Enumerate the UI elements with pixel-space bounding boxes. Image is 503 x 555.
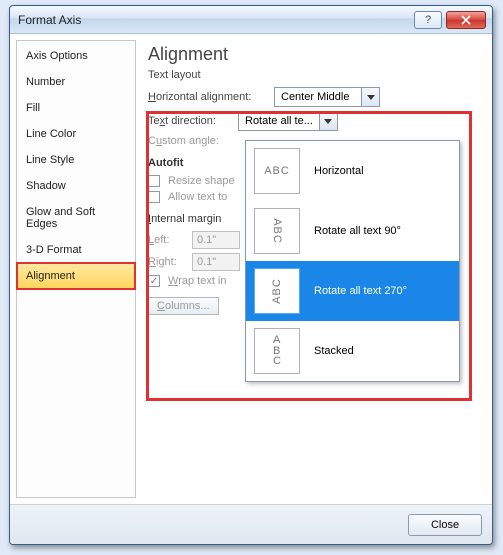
custom-angle-label: Custom angle:: [148, 135, 219, 147]
wrap-text-label: Wrap text in: [168, 275, 227, 287]
horizontal-alignment-row: Horizontal alignment: Center Middle: [148, 87, 480, 107]
sidebar-item-line-color[interactable]: Line Color: [17, 121, 135, 147]
text-layout-label: Text layout: [148, 69, 480, 81]
horizontal-icon: ABC: [254, 148, 300, 194]
panel-heading: Alignment: [148, 44, 480, 65]
dropdown-label: Horizontal: [314, 165, 451, 177]
rotate-90-icon: ABC: [254, 208, 300, 254]
chevron-down-icon[interactable]: [319, 112, 337, 130]
sidebar-item-alignment[interactable]: Alignment: [17, 263, 135, 289]
dropdown-item-horizontal[interactable]: ABC Horizontal: [246, 141, 459, 201]
left-label: Left:: [148, 234, 188, 246]
text-direction-value: Rotate all te...: [239, 115, 319, 127]
title-bar: Format Axis ?: [10, 6, 492, 34]
stacked-icon: ABC: [254, 328, 300, 374]
svg-text:?: ?: [425, 15, 431, 25]
checkbox-icon: [148, 175, 160, 187]
text-direction-combo[interactable]: Rotate all te...: [238, 111, 338, 131]
dropdown-item-rotate-270[interactable]: ABC Rotate all text 270°: [246, 261, 459, 321]
sidebar-item-fill[interactable]: Fill: [17, 95, 135, 121]
window-title: Format Axis: [18, 13, 414, 27]
checkbox-icon: [148, 191, 160, 203]
left-margin-input: 0.1": [192, 231, 240, 249]
dropdown-label: Rotate all text 90°: [314, 225, 451, 237]
category-sidebar: Axis Options Number Fill Line Color Line…: [16, 40, 136, 498]
resize-shape-label: Resize shape: [168, 175, 235, 187]
sidebar-item-axis-options[interactable]: Axis Options: [17, 43, 135, 69]
dropdown-item-stacked[interactable]: ABC Stacked: [246, 321, 459, 381]
text-direction-dropdown: ABC Horizontal ABC Rotate all text 90° A…: [245, 140, 460, 382]
allow-text-label: Allow text to: [168, 191, 227, 203]
dropdown-label: Stacked: [314, 345, 451, 357]
horizontal-alignment-value: Center Middle: [275, 91, 361, 103]
window-close-button[interactable]: [446, 11, 486, 29]
help-button[interactable]: ?: [414, 11, 442, 29]
chevron-down-icon[interactable]: [361, 88, 379, 106]
columns-button: Columns...: [148, 297, 219, 315]
sidebar-item-3d-format[interactable]: 3-D Format: [17, 237, 135, 263]
sidebar-item-line-style[interactable]: Line Style: [17, 147, 135, 173]
text-direction-row: Text direction: Rotate all te...: [148, 111, 480, 131]
sidebar-item-number[interactable]: Number: [17, 69, 135, 95]
close-button[interactable]: Close: [408, 514, 482, 536]
checkbox-icon: ✓: [148, 275, 160, 287]
sidebar-item-glow[interactable]: Glow and Soft Edges: [17, 199, 135, 237]
dialog-footer: Close: [10, 504, 492, 544]
right-label: Right:: [148, 256, 188, 268]
horizontal-alignment-combo[interactable]: Center Middle: [274, 87, 380, 107]
text-direction-label: Text direction:: [148, 115, 234, 127]
sidebar-item-shadow[interactable]: Shadow: [17, 173, 135, 199]
dropdown-item-rotate-90[interactable]: ABC Rotate all text 90°: [246, 201, 459, 261]
rotate-270-icon: ABC: [254, 268, 300, 314]
right-margin-input: 0.1": [192, 253, 240, 271]
dropdown-label: Rotate all text 270°: [314, 285, 451, 297]
horizontal-alignment-label: Horizontal alignment:: [148, 91, 270, 103]
